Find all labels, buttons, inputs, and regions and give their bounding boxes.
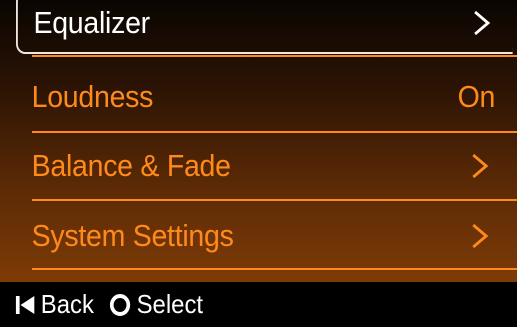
select-label: Select	[136, 289, 203, 319]
menu-item-loudness[interactable]: Loudness On	[16, 66, 513, 128]
skip-back-icon	[15, 295, 35, 314]
chevron-right-icon	[474, 10, 491, 36]
menu-item-system-settings[interactable]: System Settings	[16, 205, 513, 267]
menu-item-label: System Settings	[31, 218, 234, 253]
menu-item-label: Loudness	[31, 79, 154, 114]
menu-item-label: Equalizer	[33, 5, 150, 40]
menu-item-label: Balance & Fade	[31, 148, 231, 183]
back-label: Back	[40, 289, 94, 319]
control-hint-bar: Back Select	[0, 282, 517, 327]
menu-item-balance-fade[interactable]: Balance & Fade	[16, 135, 513, 197]
circle-select-icon	[109, 293, 130, 316]
back-hint[interactable]: Back	[15, 289, 94, 320]
select-hint[interactable]: Select	[109, 289, 203, 320]
chevron-right-icon	[472, 223, 489, 249]
menu-screen: Equalizer Loudness On Balance & Fade Sys…	[0, 0, 517, 282]
menu-divider	[32, 268, 517, 270]
menu-item-equalizer[interactable]: Equalizer	[16, 0, 513, 54]
menu-divider	[32, 55, 517, 57]
chevron-right-icon	[472, 153, 489, 179]
menu-divider	[32, 199, 517, 201]
menu-item-value: On	[457, 79, 496, 114]
menu-divider	[32, 131, 517, 133]
